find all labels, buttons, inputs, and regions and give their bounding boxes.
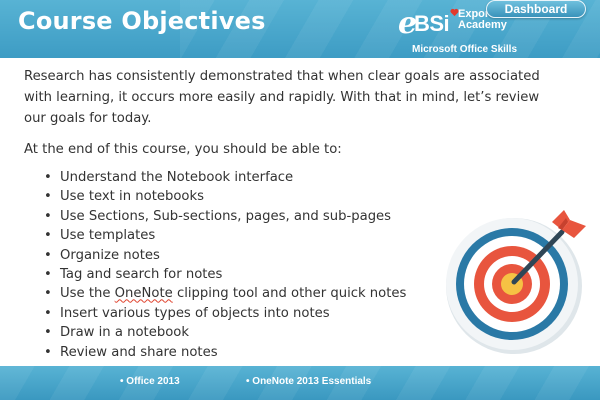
objective-text: Use Sections, Sub-sections, pages, and s… [60,208,392,224]
bullet: • [44,228,52,244]
bullet: • [44,267,52,283]
list-item: • Insert various types of objects into no… [44,304,424,323]
bullet: • [44,170,52,185]
bullet: • [44,305,52,321]
header-subtitle: Microsoft Office Skills [412,44,518,55]
objective-text: Draw in a notebook [60,325,189,341]
bullet: • [44,208,52,224]
footer-item-office: • Office 2013 [120,376,180,387]
footer-label: Office 2013 [126,376,180,387]
list-item: • Use the OneNote clipping tool and other… [44,284,424,303]
objectives-lead: At the end of this course, you should be… [24,142,342,157]
list-item: • Review and share notes [44,343,424,362]
footer-label: OneNote 2013 Essentials [252,376,372,387]
page-title: Course Objectives [18,7,266,35]
objective-text: Use templates [60,228,156,244]
objective-text: Insert various types of objects into not… [60,305,330,321]
intro-paragraph: Research has consistently demonstrated t… [24,69,540,126]
objective-text: Use text in notebooks [60,189,204,205]
footer-item-course: • OneNote 2013 Essentials [246,376,371,387]
objectives-list: • Understand the Notebook interface • Use … [44,168,424,362]
list-item: • Organize notes [44,246,424,265]
list-item: • Understand the Notebook interface [44,168,424,187]
objective-text: Use the OneNote clipping tool and other … [60,286,407,302]
bullet: • [44,325,52,341]
list-item: • Use text in notebooks [44,187,424,206]
footer-bar: • Office 2013 • OneNote 2013 Essentials [0,366,600,400]
list-item: • Use templates [44,226,424,245]
dashboard-button[interactable]: Dashboard [486,0,586,18]
bullet: • [44,189,52,205]
objective-text: Understand the Notebook interface [60,170,294,185]
list-item: • Draw in a notebook [44,323,424,342]
bullet: • [44,247,52,263]
objective-text: Organize notes [60,247,160,263]
bullet: • [120,376,124,387]
bullet: • [44,344,52,360]
objective-text: Tag and search for notes [60,267,223,283]
objective-text: Review and share notes [60,344,218,360]
list-item: • Use Sections, Sub-sections, pages, and … [44,207,424,226]
bullet: • [44,286,52,302]
target-icon [446,210,586,354]
list-item: • Tag and search for notes [44,265,424,284]
bullet: • [246,376,250,387]
logo-line-academy: Academy [458,19,507,31]
logo-letters-bsi: BSi [414,11,450,36]
